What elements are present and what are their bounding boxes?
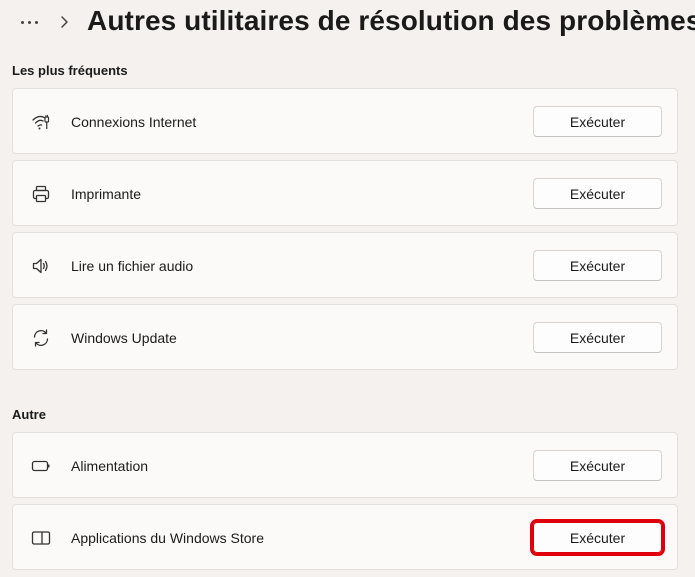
dot-icon [20, 20, 24, 24]
more-options-button[interactable] [14, 8, 44, 36]
page-title: Autres utilitaires de résolution des pro… [87, 5, 695, 36]
section-label-other: Autre [12, 407, 46, 422]
run-audio-button[interactable]: Exécuter [533, 250, 662, 281]
troubleshooter-label: Imprimante [71, 186, 142, 202]
header-bar: Autres utilitaires de résolution des pro… [0, 0, 695, 48]
troubleshooter-row-audio: Lire un fichier audio Exécuter [12, 232, 678, 298]
troubleshooter-row-store-apps: Applications du Windows Store Exécuter [12, 504, 678, 570]
troubleshooter-row-printer: Imprimante Exécuter [12, 160, 678, 226]
store-app-icon [29, 527, 53, 549]
dot-icon [27, 20, 31, 24]
troubleshooter-label: Applications du Windows Store [71, 530, 264, 546]
run-power-button[interactable]: Exécuter [533, 450, 662, 481]
troubleshooter-label: Alimentation [71, 458, 149, 474]
troubleshooter-label: Lire un fichier audio [71, 258, 194, 274]
troubleshooter-row-internet: Connexions Internet Exécuter [12, 88, 678, 154]
troubleshooter-label: Connexions Internet [71, 114, 197, 130]
section-label-frequent: Les plus fréquents [12, 63, 128, 78]
dot-icon [34, 20, 38, 24]
sync-icon [29, 327, 53, 349]
troubleshooter-label: Windows Update [71, 330, 177, 346]
wifi-icon [29, 111, 53, 133]
chevron-right-icon [58, 14, 72, 30]
run-store-apps-button[interactable]: Exécuter [530, 519, 665, 556]
run-windows-update-button[interactable]: Exécuter [533, 322, 662, 353]
speaker-icon [29, 255, 53, 277]
troubleshooter-row-power: Alimentation Exécuter [12, 432, 678, 498]
printer-icon [29, 183, 53, 205]
run-printer-button[interactable]: Exécuter [533, 178, 662, 209]
troubleshooter-row-windows-update: Windows Update Exécuter [12, 304, 678, 370]
battery-icon [29, 455, 53, 477]
run-internet-button[interactable]: Exécuter [533, 106, 662, 137]
